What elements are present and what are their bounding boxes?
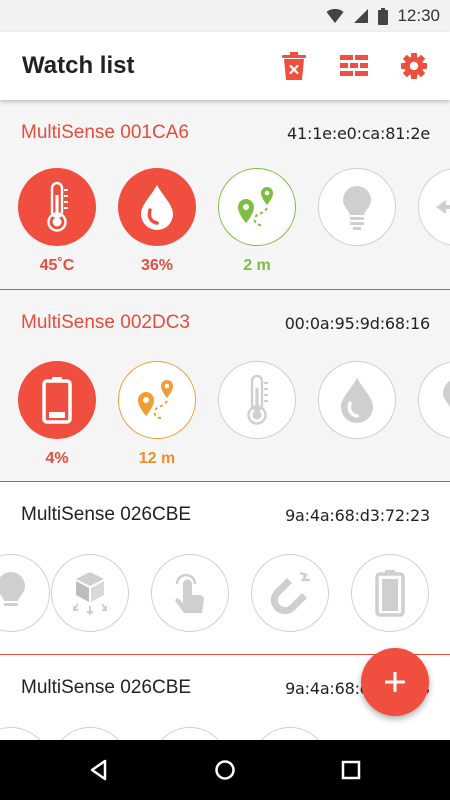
device-card[interactable]: MultiSense 001CA6 41:1e:e0:ca:81:2e 45˚C… [0,100,450,290]
humidity-drop-icon [141,185,173,230]
sensor-humidity[interactable] [318,361,396,439]
light-bulb-icon [0,572,25,606]
sensor-partial[interactable] [251,727,329,740]
thermometer-icon [47,181,68,232]
sensor-value: 12 m [138,450,176,467]
light-bulb-icon [343,186,371,230]
battery-icon [42,377,72,424]
device-mac: 41:1e:e0:ca:81:2e [287,124,430,143]
sensor-temperature[interactable] [218,361,296,439]
device-card[interactable]: MultiSense 026CBE 9a:4a:68:d3:72:23 [0,482,450,655]
sensor-proximity[interactable] [118,361,196,439]
add-icon [385,672,405,692]
thermometer-icon [247,374,268,425]
add-device-button[interactable] [361,648,429,716]
device-name: MultiSense 026CBE [21,504,192,525]
wifi-icon [326,8,344,23]
signal-icon [354,9,369,23]
drop-box-icon [73,572,107,616]
magnet-icon [270,571,310,615]
page-title: Watch list [22,52,135,79]
sensor-light[interactable] [0,554,50,632]
sensor-proximity[interactable] [218,168,296,246]
battery-status-icon [378,7,389,25]
home-icon [215,760,235,780]
sensor-temperature[interactable] [18,168,96,246]
status-bar: 12:30 [0,0,450,32]
delete-list-icon [282,52,306,80]
status-icons: 12:30 [326,0,440,32]
settings-button[interactable] [399,50,429,82]
app-bar: Watch list [0,32,450,100]
battery-icon [375,570,405,617]
device-list: MultiSense 001CA6 41:1e:e0:ca:81:2e 45˚C… [0,100,450,740]
touch-button-icon [175,573,204,613]
sensor-value: 36% [140,257,174,274]
settings-icon [401,53,427,79]
sensor-drop[interactable] [51,554,129,632]
sensor-partial[interactable] [0,727,50,740]
back-button[interactable] [84,755,114,785]
sensor-touch[interactable] [151,554,229,632]
status-time: 12:30 [397,6,440,25]
home-button[interactable] [210,755,240,785]
proximity-route-icon [238,187,273,227]
grid-view-button[interactable] [339,50,369,82]
sensor-magnet[interactable] [251,554,329,632]
sensor-partial[interactable] [151,727,229,740]
device-mac: 00:0a:95:9d:68:16 [284,314,431,333]
device-name: MultiSense 001CA6 [21,122,189,143]
light-bulb-icon [443,380,450,408]
sensor-value: 2 m [243,257,271,274]
sensor-motion[interactable] [418,168,450,246]
device-mac: 9a:4a:68:d3:72:23 [285,506,430,525]
device-name: MultiSense 026CBE [21,677,192,698]
recents-button[interactable] [336,755,366,785]
sensor-value: 45˚C [39,257,75,274]
device-card[interactable]: MultiSense 002DC3 00:0a:95:9d:68:16 4% 1… [0,290,450,482]
motion-icon [436,200,450,214]
back-icon [90,759,107,781]
recents-icon [341,760,361,780]
delete-list-button[interactable] [279,50,309,82]
sensor-battery[interactable] [18,361,96,439]
sensor-humidity[interactable] [118,168,196,246]
system-nav-bar [0,740,450,800]
grid-view-icon [340,55,368,76]
sensor-value: 4% [45,450,69,467]
humidity-drop-icon [341,378,373,423]
sensor-partial[interactable] [51,727,129,740]
proximity-route-icon [138,380,173,420]
sensor-battery[interactable] [351,554,429,632]
device-name: MultiSense 002DC3 [21,312,190,333]
sensor-light[interactable] [318,168,396,246]
sensor-light[interactable] [418,361,450,439]
